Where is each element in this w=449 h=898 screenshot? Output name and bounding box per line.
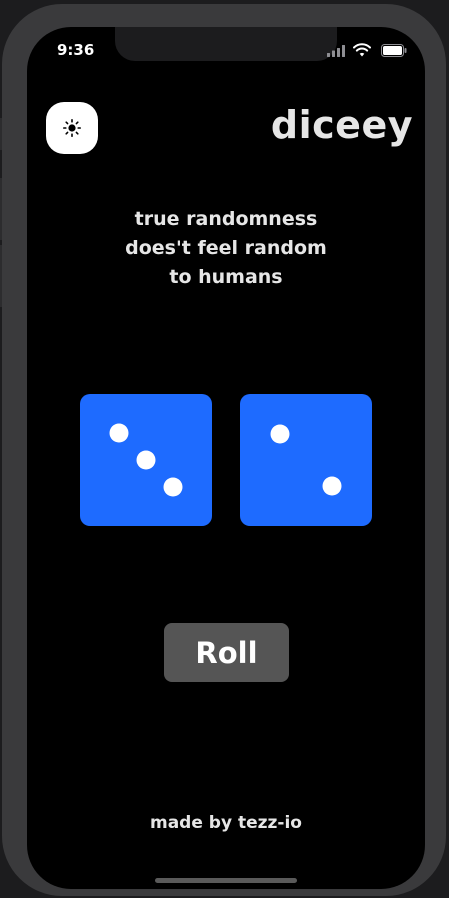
cellular-signal-icon bbox=[327, 45, 345, 57]
die-pip bbox=[163, 477, 183, 497]
wifi-icon bbox=[353, 43, 371, 57]
device-frame: 9:36 diceey true randomness does't feel … bbox=[0, 0, 449, 898]
tagline: true randomness does't feel random to hu… bbox=[27, 205, 425, 292]
notch bbox=[115, 27, 337, 61]
app-title: diceey bbox=[270, 103, 413, 147]
battery-icon bbox=[381, 44, 407, 57]
app-screen: 9:36 diceey true randomness does't feel … bbox=[27, 27, 425, 889]
tagline-line: does't feel random bbox=[125, 237, 327, 259]
home-indicator[interactable] bbox=[155, 878, 297, 883]
status-icons bbox=[317, 43, 407, 59]
tagline-line: true randomness bbox=[134, 208, 318, 230]
theme-toggle-button[interactable] bbox=[46, 102, 98, 154]
tagline-line: to humans bbox=[169, 266, 283, 288]
die-pip bbox=[136, 450, 156, 470]
die-pip bbox=[109, 423, 129, 443]
sun-icon bbox=[63, 119, 81, 137]
die-left bbox=[80, 394, 212, 526]
status-time: 9:36 bbox=[57, 41, 95, 59]
die-right bbox=[240, 394, 372, 526]
die-pip bbox=[270, 424, 290, 444]
footer-credit: made by tezz-io bbox=[150, 813, 302, 833]
die-pip bbox=[322, 476, 342, 496]
roll-button[interactable]: Roll bbox=[164, 623, 289, 682]
